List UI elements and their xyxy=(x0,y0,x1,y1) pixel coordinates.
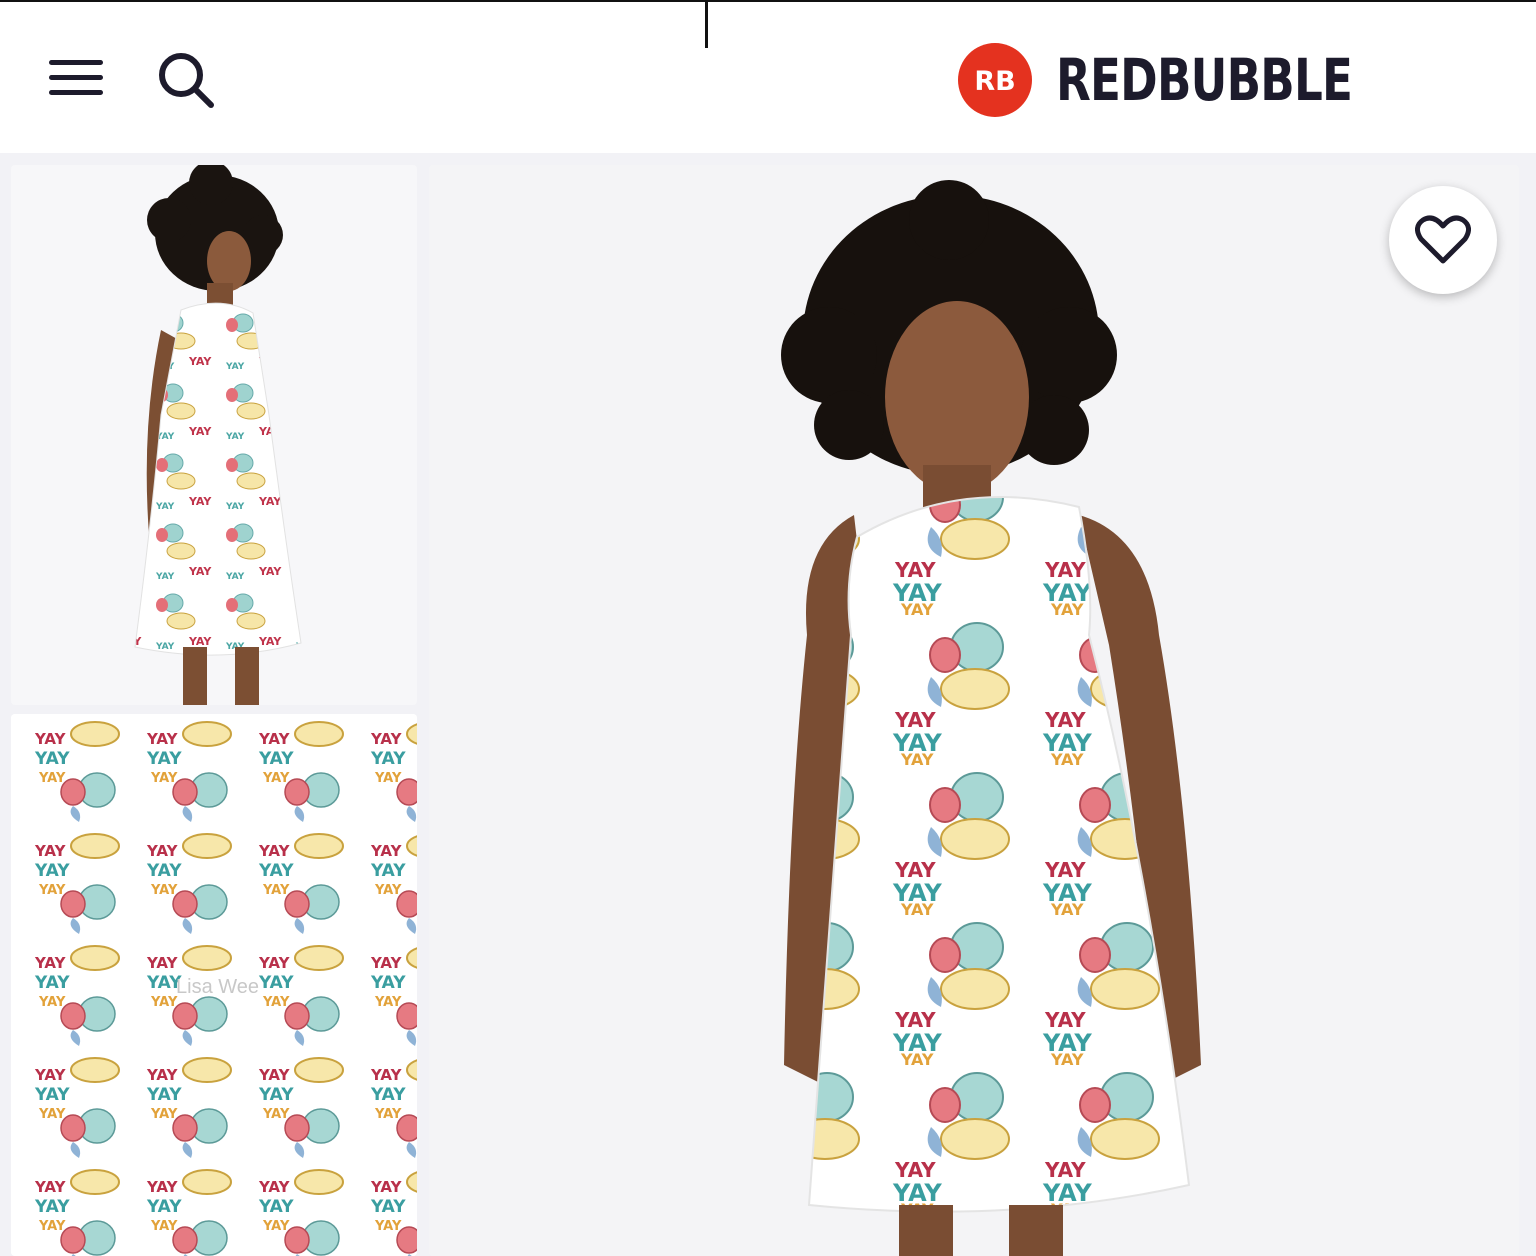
menu-bar xyxy=(49,60,103,65)
model-front-image: YAY YAY YAY xyxy=(781,180,1201,1256)
favorite-button[interactable] xyxy=(1389,186,1497,294)
thumbnail-side-view[interactable]: YAY YAY xyxy=(11,165,417,705)
top-header: RB REDBUBBLE xyxy=(0,0,1536,153)
menu-bar xyxy=(49,75,103,80)
rb-mark-icon: RB xyxy=(974,66,1015,97)
heart-icon xyxy=(1415,215,1471,264)
text-cursor xyxy=(705,2,708,48)
logo-badge: RB xyxy=(958,43,1032,117)
brand-name: REDBUBBLE xyxy=(1056,46,1353,114)
redbubble-logo[interactable]: RB REDBUBBLE xyxy=(958,42,1436,118)
page-edge xyxy=(1528,153,1536,1256)
svg-text:RB: RB xyxy=(974,66,1015,97)
model-side-image: YAY YAY xyxy=(134,165,302,705)
thumbnail-pattern[interactable]: YAY YAY YAY Lisa Wee xyxy=(11,714,417,1256)
search-icon xyxy=(159,53,214,108)
watermark-text: Lisa Wee xyxy=(176,976,260,998)
main-product-image[interactable]: YAY YAY YAY xyxy=(429,165,1519,1256)
menu-button[interactable] xyxy=(46,54,106,102)
search-button[interactable] xyxy=(156,50,218,112)
menu-bar xyxy=(49,90,103,95)
